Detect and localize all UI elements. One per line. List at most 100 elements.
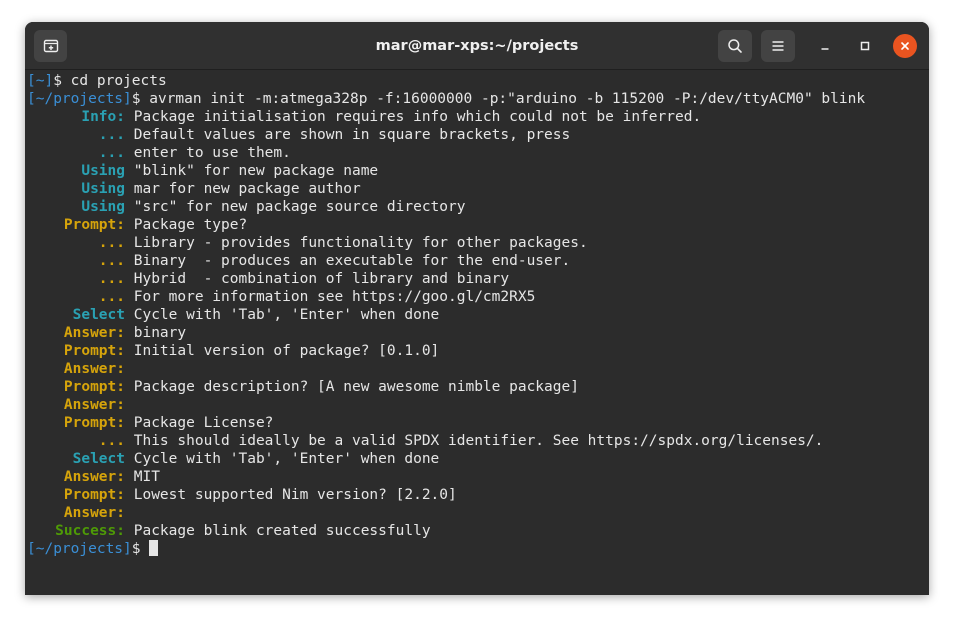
output-spacer — [125, 271, 134, 287]
output-text: Default values are shown in square brack… — [133, 127, 571, 143]
output-text: mar for new package author — [133, 181, 361, 197]
menu-button[interactable] — [761, 30, 795, 62]
text-cursor — [149, 540, 159, 556]
search-button[interactable] — [718, 30, 752, 62]
output-line: ... Default values are shown in square b… — [27, 126, 865, 144]
close-icon — [899, 40, 911, 52]
output-text: enter to use them. — [133, 145, 291, 161]
output-label: Answer: — [63, 469, 125, 485]
output-label: Using — [81, 163, 125, 179]
output-line: Prompt: Package type? — [27, 216, 865, 234]
prompt-line: [~/projects]$ avrman init -m:atmega328p … — [27, 90, 865, 108]
command-text — [141, 541, 150, 557]
output-label: ... — [98, 289, 125, 305]
output-label: Info: — [81, 109, 125, 125]
output-spacer — [125, 289, 134, 305]
output-text: Cycle with 'Tab', 'Enter' when done — [133, 451, 440, 467]
prompt-line: [~]$ cd projects — [27, 72, 865, 90]
close-button[interactable] — [893, 34, 917, 58]
output-label: Prompt: — [63, 487, 125, 503]
output-label: Answer: — [63, 505, 125, 521]
output-line: Answer: — [27, 360, 865, 378]
output-spacer — [125, 433, 134, 449]
new-tab-icon — [43, 38, 59, 54]
prompt-symbol: $ — [53, 73, 62, 89]
output-label: Prompt: — [63, 217, 125, 233]
output-line: ... Library - provides functionality for… — [27, 234, 865, 252]
output-spacer — [125, 523, 134, 539]
output-line: ... enter to use them. — [27, 144, 865, 162]
output-line: Using "blink" for new package name — [27, 162, 865, 180]
output-spacer — [125, 487, 134, 503]
output-line: Select Cycle with 'Tab', 'Enter' when do… — [27, 450, 865, 468]
output-text: "blink" for new package name — [133, 163, 379, 179]
output-label: Using — [81, 181, 125, 197]
output-spacer — [125, 325, 134, 341]
output-spacer — [125, 379, 134, 395]
output-spacer — [125, 361, 134, 377]
output-spacer — [125, 199, 134, 215]
output-spacer — [125, 127, 134, 143]
prompt-line: [~/projects]$ — [27, 540, 865, 558]
output-spacer — [125, 235, 134, 251]
command-output: Info: Package initialisation requires in… — [27, 108, 865, 540]
output-line: ... Hybrid - combination of library and … — [27, 270, 865, 288]
output-spacer — [125, 109, 134, 125]
output-spacer — [125, 415, 134, 431]
output-label: ... — [98, 145, 125, 161]
output-text: "src" for new package source directory — [133, 199, 466, 215]
output-text: Package description? [A new awesome nimb… — [133, 379, 579, 395]
output-label: Prompt: — [63, 415, 125, 431]
output-text: binary — [133, 325, 187, 341]
output-line: Answer: binary — [27, 324, 865, 342]
terminal-window: mar@mar-xps:~/projects [~]$ cd projects … — [25, 22, 929, 595]
output-label: ... — [98, 253, 125, 269]
output-text: Library - provides functionality for oth… — [133, 235, 588, 251]
output-spacer — [125, 163, 134, 179]
output-label: ... — [98, 127, 125, 143]
minimize-icon — [819, 40, 831, 52]
output-text: MIT — [133, 469, 160, 485]
maximize-icon — [859, 40, 871, 52]
output-line: Prompt: Package description? [A new awes… — [27, 378, 865, 396]
output-label: Select — [72, 307, 125, 323]
prompt-path: [~] — [27, 73, 54, 89]
output-label: Using — [81, 199, 125, 215]
terminal-output[interactable]: [~]$ cd projects [~/projects]$ avrman in… — [25, 70, 929, 595]
output-line: Info: Package initialisation requires in… — [27, 108, 865, 126]
command-text: avrman init -m:atmega328p -f:16000000 -p… — [140, 91, 866, 107]
search-icon — [727, 38, 743, 54]
output-label: ... — [98, 271, 125, 287]
new-tab-button[interactable] — [34, 30, 67, 62]
command-text: cd projects — [61, 73, 167, 89]
output-line: Answer: — [27, 396, 865, 414]
output-text: Package initialisation requires info whi… — [133, 109, 702, 125]
prompt-symbol: $ — [131, 91, 141, 107]
output-line: Answer: MIT — [27, 468, 865, 486]
minimize-button[interactable] — [813, 34, 837, 58]
prompt-path: [~/projects] — [27, 541, 132, 557]
output-text: Lowest supported Nim version? [2.2.0] — [133, 487, 457, 503]
output-spacer — [125, 451, 134, 467]
output-label: Answer: — [63, 325, 125, 341]
output-spacer — [125, 397, 134, 413]
output-line: ... For more information see https://goo… — [27, 288, 865, 306]
output-label: Prompt: — [63, 379, 125, 395]
output-line: ... This should ideally be a valid SPDX … — [27, 432, 865, 450]
output-line: Prompt: Initial version of package? [0.1… — [27, 342, 865, 360]
output-text: Binary - produces an executable for the … — [133, 253, 571, 269]
prompt-path: [~/projects] — [27, 91, 132, 107]
title-bar: mar@mar-xps:~/projects — [25, 22, 929, 70]
output-spacer — [125, 505, 134, 521]
output-line: Using mar for new package author — [27, 180, 865, 198]
output-label: Answer: — [63, 361, 125, 377]
maximize-button[interactable] — [853, 34, 877, 58]
output-line: Success: Package blink created successfu… — [27, 522, 865, 540]
output-text: Hybrid - combination of library and bina… — [133, 271, 510, 287]
output-text: For more information see https://goo.gl/… — [133, 289, 536, 305]
prompt-symbol: $ — [131, 541, 141, 557]
output-label: Select — [72, 451, 125, 467]
output-spacer — [125, 307, 134, 323]
output-text: Package License? — [133, 415, 274, 431]
output-line: ... Binary - produces an executable for … — [27, 252, 865, 270]
